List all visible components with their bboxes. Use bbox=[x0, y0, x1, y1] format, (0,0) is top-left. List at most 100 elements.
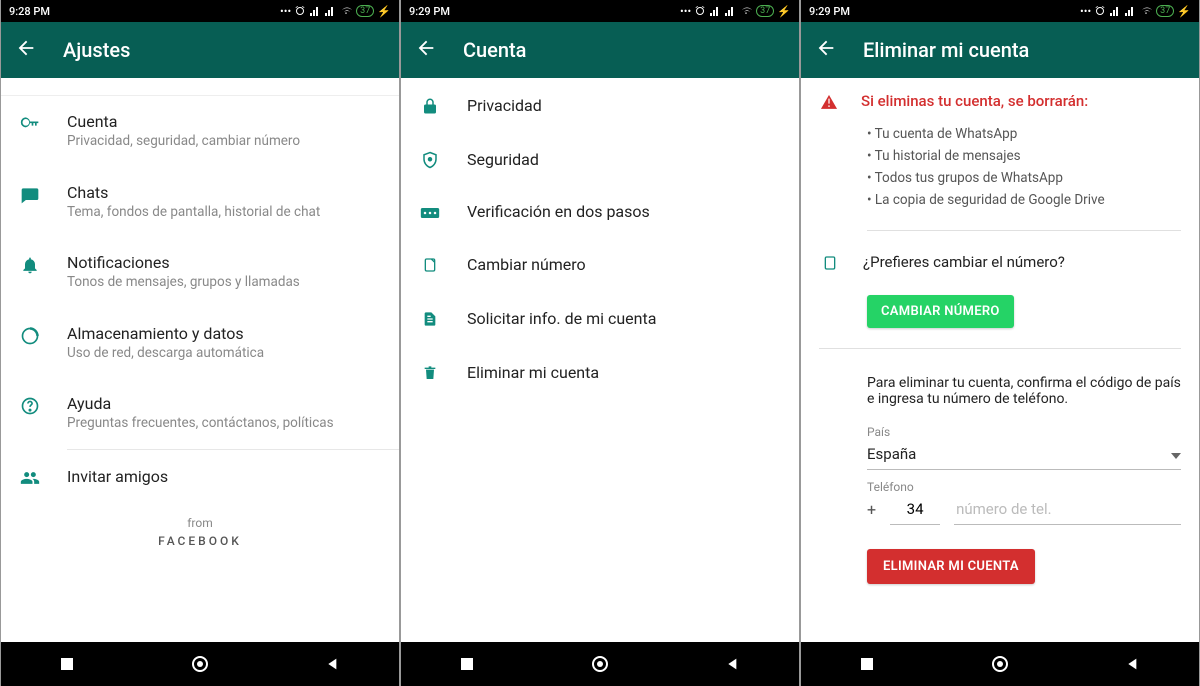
sim-icon bbox=[819, 253, 841, 273]
signal-icon-2 bbox=[324, 5, 336, 17]
item-subtitle: Uso de red, descarga automática bbox=[67, 345, 381, 363]
app-bar: Eliminar mi cuenta bbox=[801, 22, 1199, 78]
divider bbox=[819, 348, 1181, 349]
item-title: Cuenta bbox=[67, 112, 381, 131]
nav-back-icon[interactable] bbox=[1125, 656, 1141, 672]
footer-from: from bbox=[1, 504, 399, 534]
change-number-button[interactable]: CAMBIAR NÚMERO bbox=[867, 295, 1014, 328]
wifi-icon bbox=[739, 5, 753, 17]
delete-content: Si eliminas tu cuenta, se borrarán: • Tu… bbox=[801, 78, 1199, 642]
warn-item: • Todos tus grupos de WhatsApp bbox=[867, 170, 1181, 186]
charging-icon: ⚡ bbox=[777, 5, 791, 18]
data-usage-icon bbox=[19, 324, 41, 346]
app-bar: Ajustes bbox=[1, 22, 399, 78]
item-twostep[interactable]: Verificación en dos pasos bbox=[401, 186, 799, 237]
item-title: Eliminar mi cuenta bbox=[467, 363, 599, 382]
item-subtitle: Tema, fondos de pantalla, historial de c… bbox=[67, 204, 381, 222]
item-request-info[interactable]: Solicitar info. de mi cuenta bbox=[401, 291, 799, 345]
nav-back-icon[interactable] bbox=[325, 656, 341, 672]
warn-item: • Tu cuenta de WhatsApp bbox=[867, 126, 1181, 142]
item-notifications[interactable]: Notificaciones Tonos de mensajes, grupos… bbox=[1, 237, 399, 308]
key-icon bbox=[19, 112, 41, 134]
plus-prefix: + bbox=[867, 500, 876, 525]
wifi-icon bbox=[339, 5, 353, 17]
item-title: Seguridad bbox=[467, 150, 539, 169]
charging-icon: ⚡ bbox=[377, 5, 391, 18]
phone-label: Teléfono bbox=[801, 470, 1199, 494]
item-storage[interactable]: Almacenamiento y datos Uso de red, desca… bbox=[1, 308, 399, 379]
nav-home-icon[interactable] bbox=[990, 654, 1010, 674]
nav-home-icon[interactable] bbox=[590, 654, 610, 674]
account-list: Privacidad Seguridad Verificación en dos… bbox=[401, 78, 799, 642]
divider bbox=[867, 230, 1181, 231]
profile-row-edge[interactable] bbox=[1, 78, 399, 96]
people-icon bbox=[19, 466, 41, 488]
nav-recent-icon[interactable] bbox=[859, 656, 875, 672]
sim-icon bbox=[419, 253, 441, 275]
nav-recent-icon[interactable] bbox=[459, 656, 475, 672]
warn-item: • La copia de seguridad de Google Drive bbox=[867, 192, 1181, 208]
chat-icon bbox=[19, 183, 41, 205]
item-privacy[interactable]: Privacidad bbox=[401, 78, 799, 132]
signal-icon-2 bbox=[724, 5, 736, 17]
charging-icon: ⚡ bbox=[1177, 5, 1191, 18]
item-delete-account[interactable]: Eliminar mi cuenta bbox=[401, 345, 799, 399]
document-icon bbox=[419, 307, 441, 329]
back-icon[interactable] bbox=[815, 37, 837, 63]
app-bar: Cuenta bbox=[401, 22, 799, 78]
status-icons: ••• 37 ⚡ bbox=[1080, 5, 1191, 18]
item-invite[interactable]: Invitar amigos bbox=[1, 450, 399, 504]
phone-number-input[interactable] bbox=[954, 496, 1181, 525]
item-title: Invitar amigos bbox=[67, 467, 381, 486]
dropdown-icon bbox=[1171, 445, 1181, 463]
item-title: Ayuda bbox=[67, 394, 381, 413]
trash-icon bbox=[419, 361, 441, 383]
signal-icon bbox=[1109, 5, 1121, 17]
change-number-section: ¿Prefieres cambiar el número? bbox=[801, 237, 1199, 285]
item-subtitle: Preguntas frecuentes, contáctanos, polít… bbox=[67, 415, 381, 433]
confirm-text: Para eliminar tu cuenta, confirma el cód… bbox=[801, 355, 1199, 415]
back-icon[interactable] bbox=[415, 37, 437, 63]
item-help[interactable]: Ayuda Preguntas frecuentes, contáctanos,… bbox=[1, 378, 399, 449]
pin-icon bbox=[419, 204, 441, 220]
nav-recent-icon[interactable] bbox=[59, 656, 75, 672]
item-chats[interactable]: Chats Tema, fondos de pantalla, historia… bbox=[1, 167, 399, 238]
item-title: Notificaciones bbox=[67, 253, 381, 272]
item-subtitle: Privacidad, seguridad, cambiar número bbox=[67, 133, 381, 151]
status-bar: 9:29 PM ••• 37 ⚡ bbox=[401, 0, 799, 22]
battery-icon: 37 bbox=[356, 5, 374, 17]
delete-account-button[interactable]: ELIMINAR MI CUENTA bbox=[867, 549, 1035, 584]
wifi-icon bbox=[1139, 5, 1153, 17]
shield-icon bbox=[419, 148, 441, 170]
country-select[interactable]: España bbox=[867, 441, 1181, 470]
back-icon[interactable] bbox=[15, 37, 37, 63]
nav-home-icon[interactable] bbox=[190, 654, 210, 674]
page-title: Cuenta bbox=[463, 38, 526, 62]
battery-icon: 37 bbox=[1156, 5, 1174, 17]
nav-bar bbox=[1, 642, 399, 686]
nav-back-icon[interactable] bbox=[725, 656, 741, 672]
item-account[interactable]: Cuenta Privacidad, seguridad, cambiar nú… bbox=[1, 96, 399, 167]
item-title: Privacidad bbox=[467, 96, 542, 115]
warning-list: • Tu cuenta de WhatsApp • Tu historial d… bbox=[801, 122, 1199, 224]
alarm-icon bbox=[1094, 5, 1106, 17]
bell-icon bbox=[19, 253, 41, 275]
item-title: Chats bbox=[67, 183, 381, 202]
status-bar: 9:29 PM ••• 37 ⚡ bbox=[801, 0, 1199, 22]
item-title: Verificación en dos pasos bbox=[467, 202, 650, 221]
item-title: Cambiar número bbox=[467, 255, 586, 274]
status-time: 9:29 PM bbox=[809, 5, 850, 18]
status-bar: 9:28 PM ••• 37 ⚡ bbox=[1, 0, 399, 22]
item-subtitle: Tonos de mensajes, grupos y llamadas bbox=[67, 274, 381, 292]
settings-list: Cuenta Privacidad, seguridad, cambiar nú… bbox=[1, 78, 399, 642]
item-security[interactable]: Seguridad bbox=[401, 132, 799, 186]
country-code-input[interactable] bbox=[890, 496, 940, 525]
warn-item: • Tu historial de mensajes bbox=[867, 148, 1181, 164]
lock-icon bbox=[419, 94, 441, 116]
nav-bar bbox=[801, 642, 1199, 686]
page-title: Ajustes bbox=[63, 38, 130, 62]
change-question: ¿Prefieres cambiar el número? bbox=[863, 253, 1065, 271]
alarm-icon bbox=[694, 5, 706, 17]
item-change-number[interactable]: Cambiar número bbox=[401, 237, 799, 291]
phone-account: 9:29 PM ••• 37 ⚡ Cuenta Privacidad bbox=[400, 0, 800, 686]
